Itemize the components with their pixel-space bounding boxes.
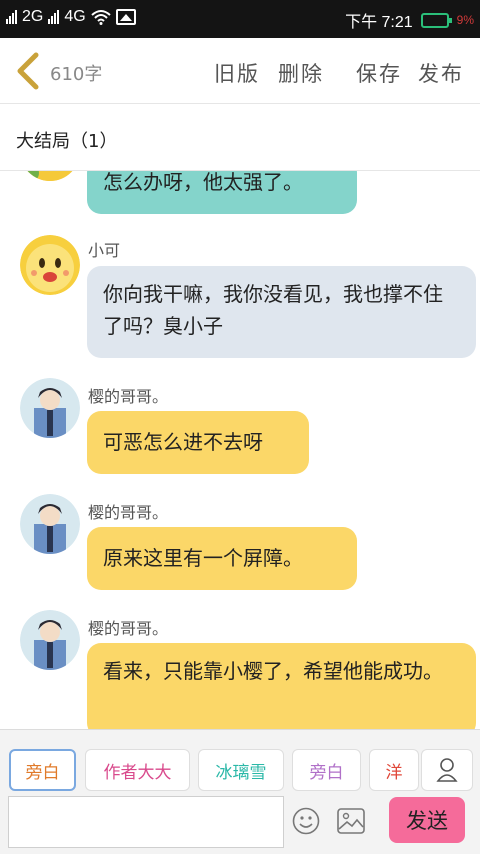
send-button-label: 发送: [406, 809, 448, 833]
avatar-touya[interactable]: [20, 494, 80, 554]
touya-avatar-icon: [20, 494, 80, 554]
touya-avatar-icon: [20, 610, 80, 670]
signal-icon: [6, 10, 17, 24]
wifi-icon: [91, 10, 111, 25]
role-chip[interactable]: 作者大大: [85, 749, 190, 791]
speaker-name: 小可: [88, 241, 121, 260]
send-button[interactable]: 发送: [389, 797, 465, 843]
message-text: 看来，只能靠小樱了，希望他能成功。: [103, 659, 443, 683]
message-bubble[interactable]: 可恶怎么进不去呀: [87, 411, 309, 474]
message-text: 原来这里有一个屏障。: [103, 546, 303, 570]
role-chip-label: 作者大大: [103, 762, 172, 783]
speaker-name: 樱的哥哥。: [88, 503, 169, 522]
back-chevron-icon[interactable]: [12, 52, 44, 90]
speaker-name: 樱的哥哥。: [88, 619, 169, 638]
signal-icon-2: [48, 10, 60, 24]
top-toolbar: 610字 旧版 删除 保存 发布: [0, 38, 480, 104]
emoji-icon[interactable]: [292, 807, 320, 835]
touya-avatar-icon: [20, 378, 80, 438]
message-text: 你向我干嘛，我你没看见，我也撑不住了吗？臭小子: [103, 282, 443, 338]
add-role-button[interactable]: [421, 749, 473, 791]
avatar-kero[interactable]: [20, 235, 80, 295]
avatar-touya[interactable]: [20, 378, 80, 438]
battery-icon: [420, 12, 452, 28]
image-notification-icon: [115, 9, 136, 25]
avatar-yellow[interactable]: [20, 171, 80, 181]
speaker-name: 樱的哥哥。: [88, 387, 169, 406]
message-bubble[interactable]: 原来这里有一个屏障。: [87, 527, 357, 590]
chapter-title: 大结局（1）: [16, 131, 118, 152]
person-icon: [436, 758, 458, 782]
role-chip-label: 旁白: [25, 762, 60, 783]
clock: 下午 7:21: [345, 14, 413, 31]
battery-percent: 9%: [456, 13, 474, 27]
compose-bar: 旁白 作者大大 冰璃雪 旁白 洋 发送: [0, 729, 480, 854]
role-chip[interactable]: 冰璃雪: [198, 749, 284, 791]
old-version-button[interactable]: 旧版: [214, 58, 260, 88]
avatar-touya[interactable]: [20, 610, 80, 670]
message-input[interactable]: [8, 796, 284, 848]
publish-button[interactable]: 发布: [418, 58, 464, 88]
role-chip[interactable]: 旁白: [292, 749, 361, 791]
role-chip-label: 洋: [385, 762, 403, 783]
avatar-art: [21, 171, 73, 181]
message-bubble[interactable]: 看来，只能靠小樱了，希望他能成功。: [87, 643, 476, 729]
word-count: 610字: [50, 64, 103, 85]
role-chip[interactable]: 旁白: [9, 749, 76, 791]
save-button[interactable]: 保存: [356, 58, 402, 88]
kero-avatar-icon: [20, 235, 80, 295]
status-left: 2G 4G: [6, 8, 136, 26]
message-bubble[interactable]: 你向我干嘛，我你没看见，我也撑不住了吗？臭小子: [87, 266, 476, 358]
status-right: 下午 7:21 9%: [345, 8, 474, 32]
role-chip-label: 旁白: [309, 762, 344, 783]
message-text: 怎么办呀，他太强了。: [103, 171, 303, 194]
role-chip-label: 冰璃雪: [215, 762, 267, 783]
role-chip[interactable]: 洋: [369, 749, 419, 791]
network-label-2: 4G: [64, 8, 86, 25]
delete-button[interactable]: 删除: [278, 58, 324, 88]
network-label-1: 2G: [22, 8, 44, 25]
message-bubble[interactable]: 怎么办呀，他太强了。: [87, 171, 357, 214]
message-text: 可恶怎么进不去呀: [103, 430, 263, 454]
chat-area[interactable]: 怎么办呀，他太强了。 小可 你向我干嘛，我你没看见，我也撑不住了吗？臭小子 樱的…: [0, 171, 480, 729]
image-icon[interactable]: [337, 808, 365, 834]
chapter-header[interactable]: 大结局（1）: [0, 105, 480, 171]
status-bar: 2G 4G 下午 7:21 9%: [0, 0, 480, 38]
